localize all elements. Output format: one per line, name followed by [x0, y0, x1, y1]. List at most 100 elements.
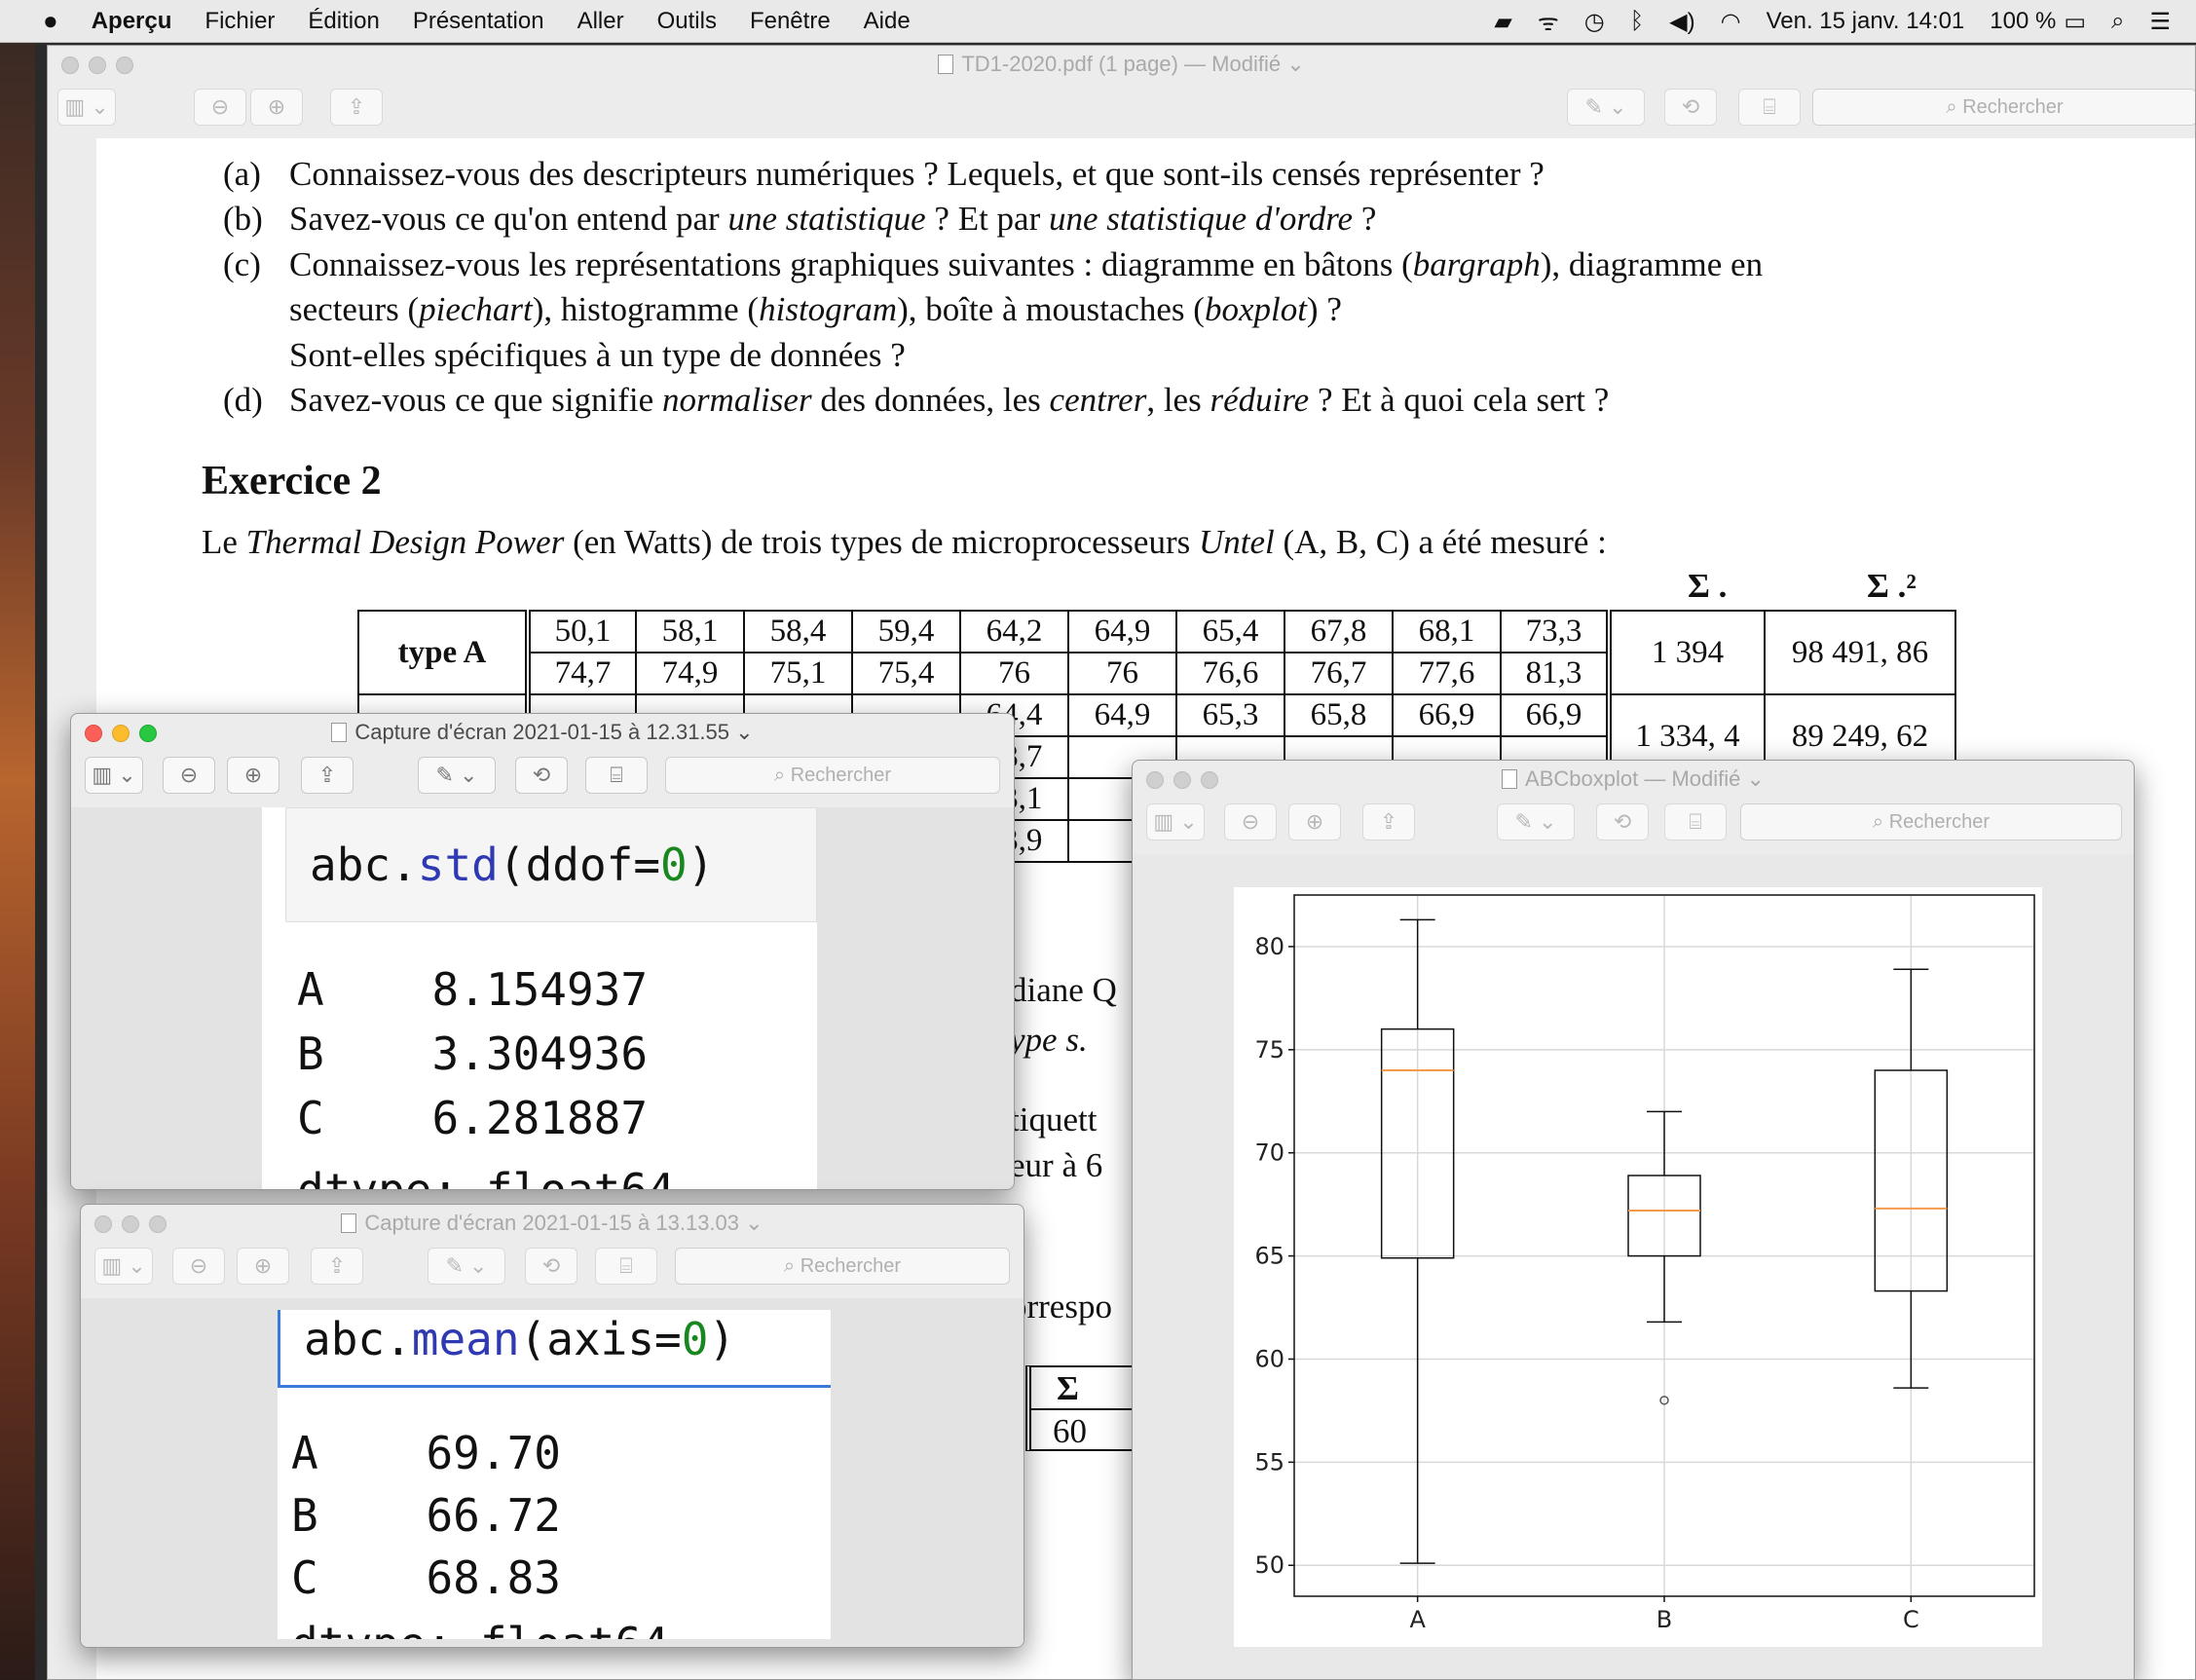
wifi-icon[interactable]: ◠: [1721, 8, 1741, 36]
zoom-in-button[interactable]: ⊕: [227, 757, 279, 794]
menu-presentation[interactable]: Présentation: [413, 8, 544, 35]
code-input-cell: abc.std(ddof=0): [285, 807, 817, 922]
output-row: A 8.154937: [297, 963, 649, 1016]
sidebar-toggle-button[interactable]: ▥ ⌄: [1146, 803, 1205, 840]
menu-fenetre[interactable]: Fenêtre: [750, 8, 831, 35]
search-field[interactable]: ⌕ Rechercher: [675, 1248, 1010, 1285]
toolbox-button[interactable]: ⌸: [1664, 803, 1727, 840]
bluetooth-icon[interactable]: ᛒ: [1630, 8, 1644, 35]
share-button[interactable]: ⇪: [1362, 803, 1415, 840]
capture-mean-titlebar[interactable]: Capture d'écran 2021-01-15 à 13.13.03 ⌄: [81, 1205, 1024, 1242]
question-c-line2: secteurs (piechart), histogramme (histog…: [289, 290, 1342, 328]
zoom-button[interactable]: [116, 56, 133, 74]
zoom-in-button[interactable]: ⊕: [1288, 803, 1341, 840]
search-field[interactable]: ⌕ Rechercher: [1812, 89, 2195, 126]
close-button[interactable]: [1146, 771, 1164, 789]
battery-percent[interactable]: 100 %: [1990, 8, 2056, 35]
menu-aller[interactable]: Aller: [577, 8, 624, 35]
pdf-window-titlebar[interactable]: TD1-2020.pdf (1 page) — Modifié ⌄: [48, 46, 2195, 83]
sum-a: 1 394: [1608, 610, 1766, 695]
time-machine-icon[interactable]: ◷: [1584, 8, 1605, 36]
zoom-in-button[interactable]: ⊕: [250, 89, 303, 126]
toolbox-button[interactable]: ⌸: [585, 757, 648, 794]
zoom-button[interactable]: [1201, 771, 1218, 789]
sidebar-toggle-button[interactable]: ▥ ⌄: [57, 89, 116, 126]
markup-button[interactable]: ✎ ⌄: [428, 1248, 505, 1285]
table-cell: 65,4: [1175, 610, 1285, 653]
table-cell: 65,8: [1284, 693, 1394, 737]
menu-outils[interactable]: Outils: [657, 8, 717, 35]
image-doc-icon: [331, 723, 348, 742]
boxplot-chart: 50 55 60 65 70 75 80 A B C: [1254, 894, 2035, 1633]
minimize-button[interactable]: [122, 1215, 139, 1233]
text-fragment: ype s.: [1010, 1021, 1088, 1059]
sidebar-toggle-button[interactable]: ▥ ⌄: [85, 757, 143, 794]
rotate-button[interactable]: ⟲: [515, 757, 568, 794]
menu-aide[interactable]: Aide: [864, 8, 911, 35]
search-placeholder: Rechercher: [800, 1255, 902, 1277]
menubar-clock[interactable]: Ven. 15 janv. 14:01: [1767, 8, 1965, 35]
menu-fichier[interactable]: Fichier: [205, 8, 275, 35]
zoom-out-button[interactable]: ⊖: [194, 89, 246, 126]
pdf-window-title: TD1-2020.pdf (1 page): [961, 52, 1178, 76]
zoom-button[interactable]: [149, 1215, 167, 1233]
share-button[interactable]: ⇪: [311, 1248, 363, 1285]
apple-icon[interactable]: ●: [43, 6, 58, 36]
table-cell: 64,9: [1067, 610, 1177, 653]
minimize-button[interactable]: [89, 56, 106, 74]
zoom-in-button[interactable]: ⊕: [237, 1248, 289, 1285]
search-field[interactable]: ⌕ Rechercher: [665, 757, 1000, 794]
text-fragment: tiquett: [1010, 1101, 1098, 1139]
search-placeholder: Rechercher: [1888, 811, 1991, 833]
close-button[interactable]: [61, 56, 79, 74]
capture-mean-toolbar: ▥ ⌄ ⊖ ⊕ ⇪ ✎ ⌄ ⟲ ⌸ ⌕ Rechercher: [81, 1242, 1024, 1296]
boxplot-modified-label[interactable]: — Modifié: [1644, 766, 1740, 791]
table-cell: 75,1: [743, 652, 853, 695]
capture-mean-window: Capture d'écran 2021-01-15 à 13.13.03 ⌄ …: [80, 1204, 1024, 1648]
zoom-out-button[interactable]: ⊖: [172, 1248, 225, 1285]
minimize-button[interactable]: [112, 725, 130, 742]
zoom-button[interactable]: [139, 725, 157, 742]
battery-icon[interactable]: ▭: [2064, 8, 2086, 36]
zoom-out-button[interactable]: ⊖: [1224, 803, 1277, 840]
search-field[interactable]: ⌕ Rechercher: [1740, 803, 2122, 840]
spotlight-icon[interactable]: ⌕: [2111, 8, 2124, 35]
rotate-button[interactable]: ⟲: [1664, 89, 1717, 126]
capture-std-titlebar[interactable]: Capture d'écran 2021-01-15 à 12.31.55 ⌄: [71, 714, 1014, 751]
pdf-doc-icon: [938, 55, 954, 74]
menu-app-name[interactable]: Aperçu: [92, 8, 172, 35]
menu-edition[interactable]: Édition: [308, 8, 379, 35]
rotate-button[interactable]: ⟲: [1596, 803, 1649, 840]
sum-header: Σ .: [1688, 567, 1728, 605]
minimize-button[interactable]: [1173, 771, 1191, 789]
table-cell: 65,3: [1175, 693, 1285, 737]
volume-icon[interactable]: ◀): [1669, 8, 1694, 36]
close-button[interactable]: [94, 1215, 112, 1233]
close-button[interactable]: [85, 725, 102, 742]
boxplot-titlebar[interactable]: ABCboxplot — Modifié ⌄: [1133, 761, 2134, 798]
toolbox-button[interactable]: ⌸: [595, 1248, 657, 1285]
markup-button[interactable]: ✎ ⌄: [418, 757, 496, 794]
markup-button[interactable]: ✎ ⌄: [1497, 803, 1575, 840]
pdf-modified-label[interactable]: — Modifié: [1184, 52, 1281, 76]
small-table-value: 60: [1053, 1412, 1087, 1450]
sidebar-toggle-button[interactable]: ▥ ⌄: [94, 1248, 153, 1285]
table-cell: 76,7: [1284, 652, 1394, 695]
table-cell: 76,6: [1175, 652, 1285, 695]
output-dtype-cut: dtype: float64: [291, 1618, 669, 1639]
docker-icon[interactable]: ▰: [1494, 8, 1511, 36]
toolbox-button[interactable]: ⌸: [1738, 89, 1801, 126]
output-row: C 6.281887: [297, 1092, 649, 1144]
markup-button[interactable]: ✎ ⌄: [1567, 89, 1645, 126]
exercise-title: Exercice 2: [202, 459, 382, 504]
image-doc-icon: [341, 1213, 357, 1233]
search-placeholder: Rechercher: [1962, 96, 2064, 118]
output-dtype-cut: dtype: float64: [297, 1164, 675, 1190]
share-button[interactable]: ⇪: [330, 89, 383, 126]
notification-center-icon[interactable]: ☰: [2149, 8, 2171, 36]
share-button[interactable]: ⇪: [301, 757, 354, 794]
zoom-out-button[interactable]: ⊖: [163, 757, 215, 794]
wifi-tool-icon[interactable]: ᯤ: [1538, 6, 1559, 38]
rotate-button[interactable]: ⟲: [525, 1248, 577, 1285]
boxplot-title: ABCboxplot: [1525, 766, 1639, 791]
